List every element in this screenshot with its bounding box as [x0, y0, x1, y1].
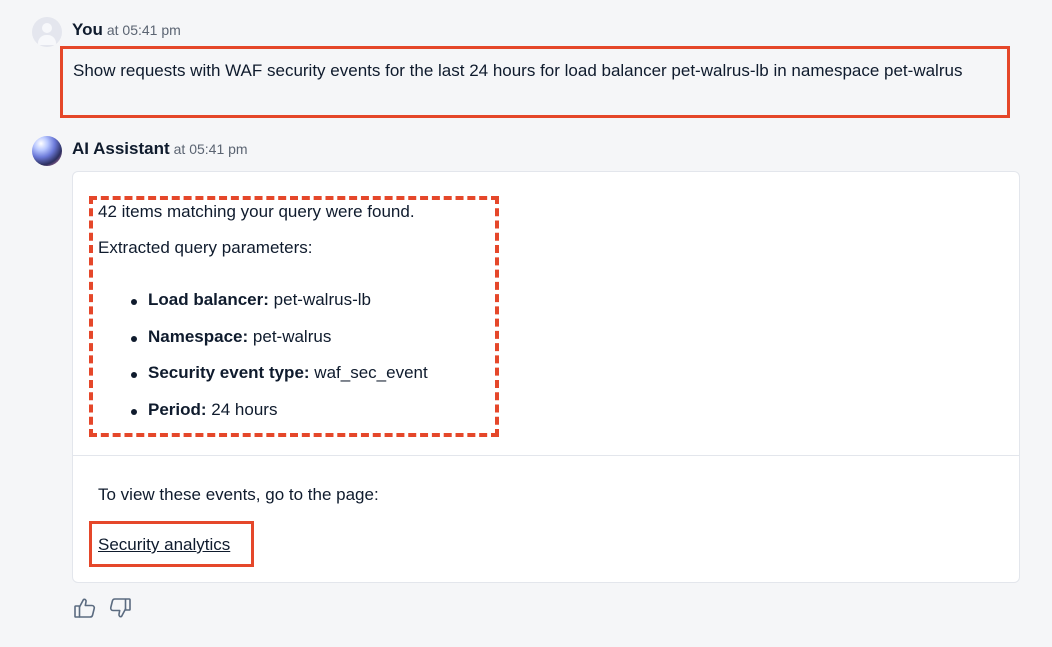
bullet	[131, 408, 137, 415]
ai-sender-name: AI Assistant	[72, 139, 170, 158]
user-sender-name: You	[72, 20, 103, 39]
param-value: pet-walrus-lb	[273, 290, 371, 309]
thumbs-up-icon[interactable]	[73, 596, 97, 620]
param-key: Load balancer:	[148, 290, 269, 309]
params-heading: Extracted query parameters:	[98, 238, 313, 257]
ai-message-time: at 05:41 pm	[173, 141, 248, 157]
param-value: waf_sec_event	[314, 363, 428, 382]
params-list: Load balancer: pet-walrus-lb Namespace: …	[131, 290, 428, 437]
view-events-text: To view these events, go to the page:	[98, 485, 379, 504]
ai-sender: AI Assistant at 05:41 pm	[72, 139, 248, 159]
param-key: Namespace:	[148, 326, 249, 346]
user-avatar-head	[42, 23, 52, 33]
ai-avatar	[32, 136, 62, 166]
user-avatar	[32, 17, 62, 47]
bullet	[131, 372, 137, 378]
param-value: pet-walrus	[252, 326, 332, 346]
param-item-load-balancer: Load balancer: pet-walrus-lb	[131, 290, 428, 327]
security-analytics-link[interactable]: Security analytics	[98, 535, 230, 555]
user-message-time: at 05:41 pm	[106, 22, 181, 38]
param-item-namespace: Namespace: pet-walrus	[131, 326, 428, 364]
thumbs-down-icon[interactable]	[108, 596, 132, 620]
ai-response-card: 42 items matching your query were found.…	[72, 171, 1020, 583]
bullet	[131, 299, 137, 305]
param-key: Security event type:	[148, 363, 310, 382]
user-message-text: Show requests with WAF security events f…	[60, 46, 1010, 118]
found-count-text: 42 items matching your query were found.	[98, 202, 415, 221]
user-sender: You at 05:41 pm	[72, 20, 181, 40]
param-value: 24 hours	[211, 399, 278, 419]
param-key: Period:	[148, 399, 207, 419]
param-item-security-event-type: Security event type: waf_sec_event	[131, 363, 428, 400]
bullet	[131, 335, 137, 342]
card-divider	[73, 455, 1019, 456]
param-item-period: Period: 24 hours	[131, 399, 428, 437]
user-avatar-body	[38, 35, 56, 45]
